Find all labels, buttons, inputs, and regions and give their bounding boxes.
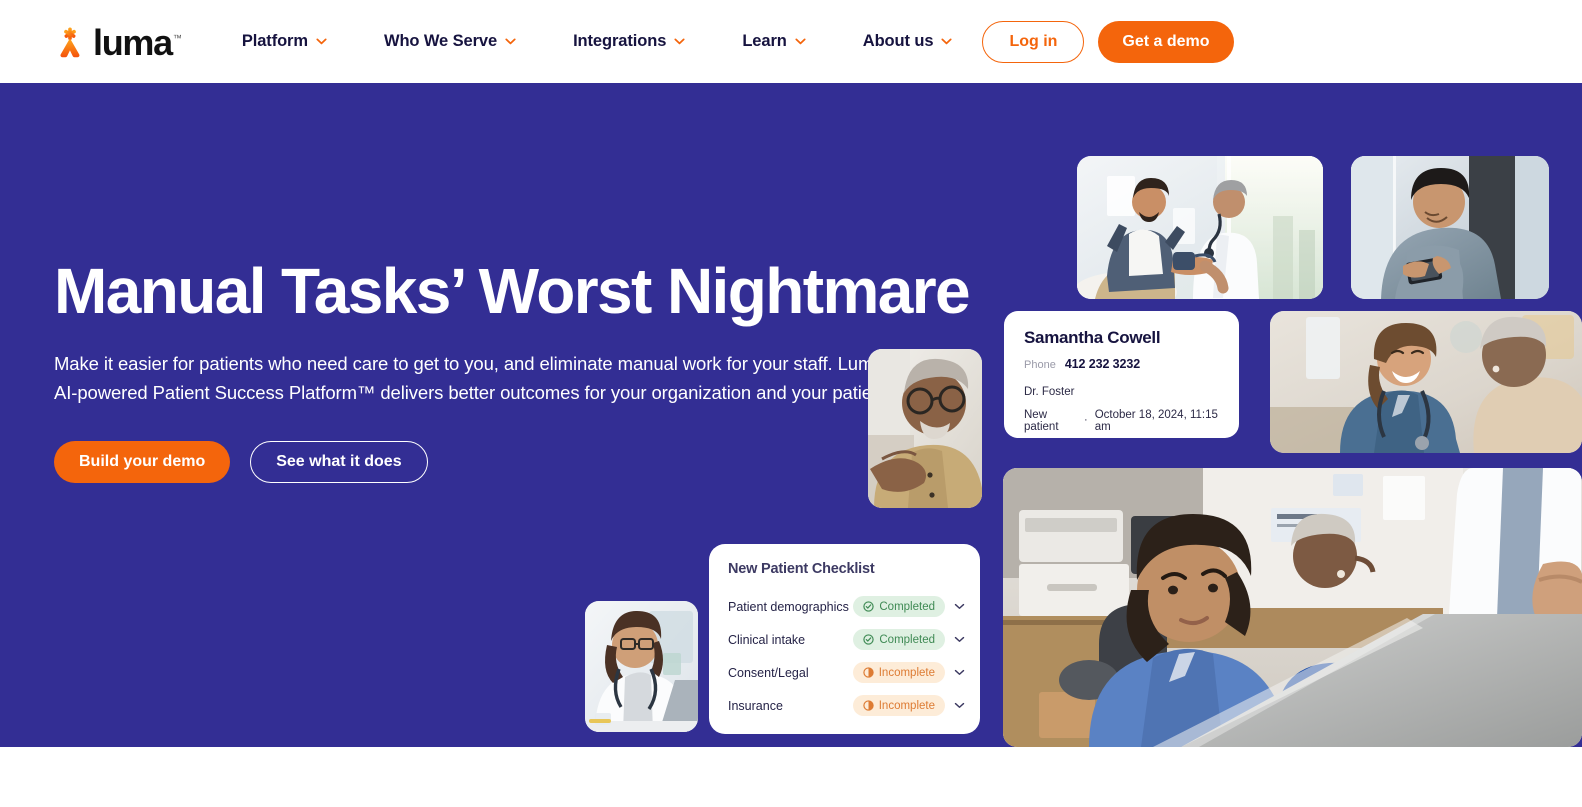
photo-nurse-with-patient xyxy=(1270,311,1582,453)
status-badge: Incomplete xyxy=(852,695,945,716)
provider-name: Dr. Foster xyxy=(1024,385,1075,398)
nav-item-learn[interactable]: Learn xyxy=(742,24,806,59)
half-circle-icon xyxy=(863,700,874,711)
chevron-down-icon xyxy=(316,38,327,45)
checklist-item-label: Consent/Legal xyxy=(728,665,809,680)
status-badge: Incomplete xyxy=(852,662,945,683)
chevron-down-icon[interactable] xyxy=(954,636,965,643)
phone-value: 412 232 3232 xyxy=(1064,356,1141,371)
status-badge: Completed xyxy=(853,629,945,650)
nav-action-buttons: Log in Get a demo xyxy=(982,20,1234,63)
appointment-meta: New patient · October 18, 2024, 11:15 am xyxy=(1024,409,1219,433)
checklist-row[interactable]: Clinical intake Completed xyxy=(728,623,965,656)
page-root: luma™ Platform Who We Serve Integrations… xyxy=(0,0,1582,807)
primary-nav-links: Platform Who We Serve Integrations Learn… xyxy=(242,24,953,59)
chevron-down-icon[interactable] xyxy=(954,669,965,676)
chevron-down-icon xyxy=(795,38,806,45)
check-circle-icon xyxy=(863,601,875,612)
luma-logo[interactable]: luma™ xyxy=(54,21,182,63)
checklist-row[interactable]: Consent/Legal Incomplete xyxy=(728,656,965,689)
patient-info-card: Samantha Cowell Phone 412 232 3232 Dr. F… xyxy=(1004,311,1239,438)
top-navigation-bar: luma™ Platform Who We Serve Integrations… xyxy=(0,0,1582,83)
chevron-down-icon xyxy=(674,38,685,45)
meta-separator: · xyxy=(1084,414,1088,427)
patient-phone-row: Phone 412 232 3232 xyxy=(1024,357,1219,371)
check-circle-icon xyxy=(863,634,875,645)
status-text: Completed xyxy=(879,633,935,646)
chevron-down-icon[interactable] xyxy=(954,702,965,709)
hero-image-collage: Samantha Cowell Phone 412 232 3232 Dr. F… xyxy=(0,83,1582,747)
half-circle-icon xyxy=(863,667,874,678)
status-text: Incomplete xyxy=(878,666,935,679)
photo-senior-man xyxy=(868,349,982,508)
luma-asterisk-icon xyxy=(60,27,80,57)
nav-item-about-us[interactable]: About us xyxy=(863,24,953,59)
luma-wordmark: luma™ xyxy=(93,21,182,63)
new-patient-checklist-card: New Patient Checklist Patient demographi… xyxy=(709,544,980,734)
phone-label: Phone xyxy=(1024,358,1056,371)
trademark-symbol: ™ xyxy=(172,32,182,43)
patient-name: Samantha Cowell xyxy=(1024,328,1161,347)
chevron-down-icon xyxy=(941,38,953,45)
checklist-row[interactable]: Insurance Incomplete xyxy=(728,689,965,722)
checklist-rows: Patient demographics Completed Clinical … xyxy=(728,590,965,722)
patient-status: New patient xyxy=(1024,408,1059,433)
status-text: Incomplete xyxy=(878,699,935,712)
chevron-down-icon[interactable] xyxy=(954,603,965,610)
status-badge: Completed xyxy=(853,596,945,617)
checklist-row[interactable]: Patient demographics Completed xyxy=(728,590,965,623)
nav-label: About us xyxy=(862,32,934,50)
photo-doctor-exam xyxy=(1077,156,1323,299)
hero-section: Manual Tasks’ Worst Nightmare Make it ea… xyxy=(0,83,1582,747)
nav-label: Integrations xyxy=(573,32,667,50)
nav-label: Who We Serve xyxy=(383,32,498,50)
appointment-datetime: October 18, 2024, 11:15 am xyxy=(1094,408,1218,433)
checklist-item-label: Insurance xyxy=(728,698,783,713)
checklist-item-label: Clinical intake xyxy=(728,632,806,647)
nav-item-platform[interactable]: Platform xyxy=(242,24,327,59)
login-button[interactable]: Log in xyxy=(982,20,1085,63)
photo-front-desk xyxy=(1003,468,1582,747)
nav-item-integrations[interactable]: Integrations xyxy=(573,24,685,59)
checklist-item-label: Patient demographics xyxy=(728,599,849,614)
photo-man-on-phone xyxy=(1351,156,1549,299)
nav-label: Learn xyxy=(742,32,787,50)
nav-item-who-we-serve[interactable]: Who We Serve xyxy=(384,24,516,59)
get-a-demo-button[interactable]: Get a demo xyxy=(1098,20,1234,63)
checklist-title: New Patient Checklist xyxy=(728,561,875,577)
status-text: Completed xyxy=(879,600,935,613)
nav-label: Platform xyxy=(241,32,308,50)
chevron-down-icon xyxy=(505,38,516,45)
photo-doctor-laptop xyxy=(585,601,698,732)
